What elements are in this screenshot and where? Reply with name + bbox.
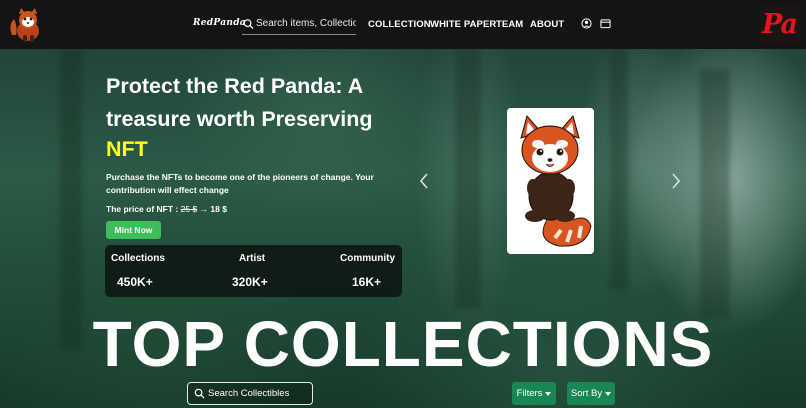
- sort-by-label: Sort By: [570, 388, 603, 399]
- chevron-left-icon[interactable]: [418, 172, 430, 190]
- sort-by-dropdown[interactable]: Sort By: [567, 382, 615, 405]
- price-new: 18 $: [210, 204, 227, 214]
- filters-label: Filters: [516, 388, 543, 399]
- header-search-input[interactable]: [256, 18, 356, 29]
- red-panda-illustration: [507, 108, 594, 254]
- top-navbar: RedPanda COLLECTION WHITE PAPER TEAM ABO…: [0, 0, 806, 49]
- right-logo-text: Pa: [761, 8, 798, 40]
- filters-dropdown[interactable]: Filters: [512, 382, 556, 405]
- hero-title: Protect the Red Panda: A treasure worth …: [106, 74, 373, 131]
- search-icon: [194, 388, 205, 399]
- collectibles-search[interactable]: [187, 382, 313, 405]
- stat-label-community: Community: [340, 253, 395, 264]
- stats-panel: Collections 450K+ Artist 320K+ Community…: [105, 245, 402, 297]
- price-label: The price of NFT :: [106, 204, 179, 214]
- price-arrow: →: [199, 204, 209, 214]
- stat-label-collections: Collections: [111, 253, 165, 264]
- stat-value-artist: 320K+: [232, 275, 268, 289]
- section-title: TOP COLLECTIONS: [92, 308, 714, 380]
- search-icon: [243, 18, 254, 29]
- nav-about[interactable]: ABOUT: [530, 19, 564, 30]
- nav-team[interactable]: TEAM: [496, 19, 523, 30]
- right-brand-logo: Pa: [758, 4, 801, 44]
- user-icon[interactable]: [581, 18, 592, 29]
- stat-value-collections: 450K+: [117, 275, 153, 289]
- brand-wordmark[interactable]: RedPanda: [193, 18, 246, 28]
- caret-down-icon: [605, 391, 612, 396]
- collectibles-search-input[interactable]: [208, 388, 308, 399]
- chevron-right-icon[interactable]: [670, 172, 682, 190]
- price-line: The price of NFT : 25 $ → 18 $: [106, 204, 227, 214]
- hero-highlight: NFT: [106, 137, 148, 161]
- stat-label-artist: Artist: [239, 253, 266, 264]
- red-panda-logo[interactable]: [6, 5, 46, 45]
- caret-down-icon: [545, 391, 552, 396]
- nav-collection[interactable]: COLLECTION: [368, 19, 431, 30]
- wallet-icon[interactable]: [600, 18, 611, 29]
- stat-value-community: 16K+: [352, 275, 382, 289]
- hero-description: Purchase the NFTs to become one of the p…: [106, 172, 374, 195]
- nft-card[interactable]: [507, 108, 594, 254]
- price-old: 25 $: [180, 204, 198, 214]
- mint-now-button[interactable]: Mint Now: [106, 221, 161, 239]
- header-search[interactable]: [242, 13, 356, 35]
- nav-white-paper[interactable]: WHITE PAPER: [430, 19, 496, 30]
